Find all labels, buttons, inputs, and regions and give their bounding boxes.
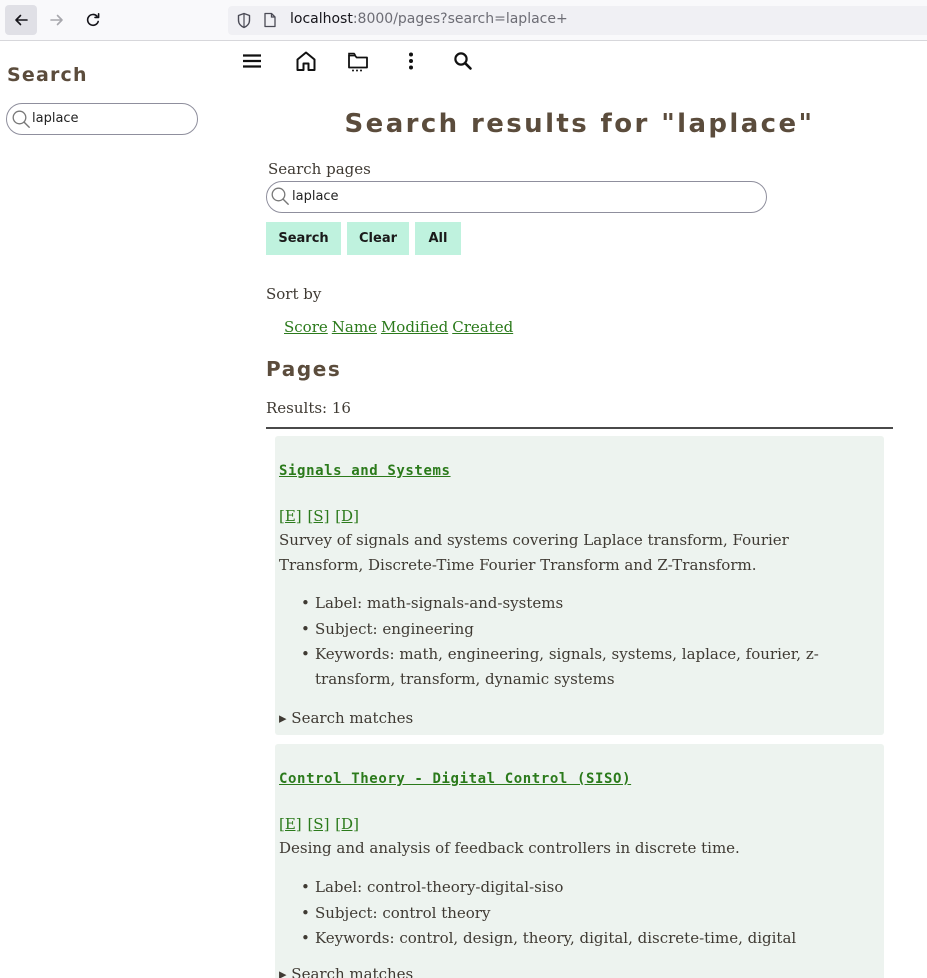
sort-by-score-link[interactable]: Score (284, 318, 328, 336)
result-card: Control Theory - Digital Control (SISO) … (275, 744, 884, 978)
result-keywords: Keywords: math, engineering, signals, sy… (301, 642, 880, 692)
shield-icon[interactable] (236, 12, 252, 29)
arrow-left-icon (15, 14, 28, 26)
sort-by-created-link[interactable]: Created (452, 318, 513, 336)
reload-button[interactable] (77, 5, 109, 35)
back-button[interactable] (5, 5, 37, 35)
result-description: Desing and analysis of feedback controll… (279, 839, 740, 857)
search-icon (454, 52, 472, 70)
more-vertical-icon (409, 52, 413, 70)
more-button[interactable] (398, 48, 424, 74)
main-search-input[interactable] (292, 189, 752, 204)
result-keywords: Keywords: control, design, theory, digit… (301, 926, 880, 951)
menu-button[interactable] (239, 48, 265, 74)
home-icon (296, 51, 316, 71)
pages-heading: Pages (266, 357, 342, 381)
browser-toolbar: localhost:8000/pages?search=laplace+ (0, 0, 927, 41)
search-button[interactable] (450, 48, 476, 74)
arrow-right-icon (50, 14, 63, 26)
delete-link[interactable]: [D] (335, 815, 359, 833)
divider (266, 427, 893, 429)
sidebar-search-input[interactable] (32, 111, 192, 126)
result-card: Signals and Systems [E] [S] [D] Survey o… (275, 436, 884, 735)
main-search-field[interactable] (266, 181, 767, 213)
source-link[interactable]: [S] (307, 815, 329, 833)
result-details: Label: control-theory-digital-siso Subje… (301, 875, 880, 952)
page-title: Search results for "laplace" (344, 109, 815, 139)
files-button[interactable] (345, 48, 371, 74)
all-button[interactable]: All (415, 222, 461, 255)
source-link[interactable]: [S] (307, 507, 329, 525)
search-icon (271, 187, 289, 205)
result-label: Label: control-theory-digital-siso (301, 875, 880, 900)
delete-link[interactable]: [D] (335, 507, 359, 525)
result-label: Label: math-signals-and-systems (301, 591, 880, 616)
home-button[interactable] (293, 48, 319, 74)
edit-link[interactable]: [E] (279, 507, 302, 525)
search-icon (12, 110, 30, 128)
clear-button[interactable]: Clear (347, 222, 409, 255)
sort-by-name-link[interactable]: Name (332, 318, 377, 336)
address-bar[interactable]: localhost:8000/pages?search=laplace+ (228, 6, 927, 35)
edit-link[interactable]: [E] (279, 815, 302, 833)
result-title-link[interactable]: Signals and Systems (279, 463, 451, 479)
search-matches-toggle[interactable]: ▸ Search matches (279, 709, 413, 727)
forward-button[interactable] (41, 5, 73, 35)
sort-links: Score Name Modified Created (284, 318, 517, 336)
result-action-links: [E] [S] [D] (279, 507, 360, 525)
url-path: :8000/pages?search=laplace+ (352, 11, 568, 27)
result-subject: Subject: control theory (301, 901, 880, 926)
url-host: localhost (290, 11, 353, 27)
search-pages-label: Search pages (268, 160, 371, 178)
search-matches-toggle[interactable]: ▸ Search matches (279, 965, 413, 978)
sort-by-label: Sort by (266, 285, 322, 303)
result-title-link[interactable]: Control Theory - Digital Control (SISO) (279, 771, 631, 787)
hamburger-menu-icon (243, 54, 261, 68)
results-count: Results: 16 (266, 399, 351, 417)
result-action-links: [E] [S] [D] (279, 815, 360, 833)
result-subject: Subject: engineering (301, 617, 880, 642)
sidebar-title: Search (7, 64, 88, 86)
reload-icon (86, 13, 100, 27)
folder-icon (348, 52, 368, 72)
result-details: Label: math-signals-and-systems Subject:… (301, 591, 880, 693)
search-submit-button[interactable]: Search (266, 222, 341, 255)
page-icon[interactable] (263, 12, 277, 28)
url-text[interactable]: localhost:8000/pages?search=laplace+ (290, 11, 568, 27)
sidebar-search-field[interactable] (6, 103, 198, 135)
result-description: Survey of signals and systems covering L… (279, 531, 789, 574)
sort-by-modified-link[interactable]: Modified (381, 318, 448, 336)
